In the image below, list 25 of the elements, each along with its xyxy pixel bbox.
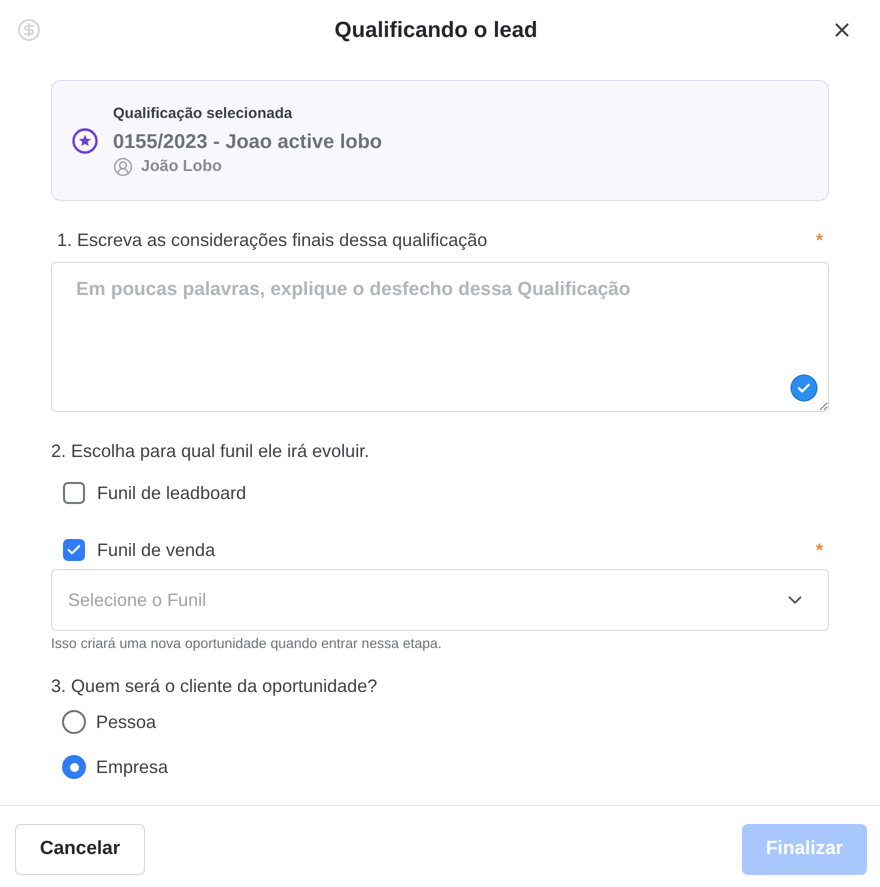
required-asterisk: * [816,229,823,251]
radio-unselected-icon[interactable] [62,710,86,734]
question-label: 3. Quem será o cliente da oportunidade? [51,675,378,697]
question-label: 1. Escreva as considerações finais dessa qualificação [57,229,488,251]
qualification-name: 0155/2023 - Joao active lobo [113,130,382,154]
checkbox-option[interactable]: Funil de venda [63,538,216,562]
checkbox-checked-icon[interactable] [63,539,85,561]
select-placeholder: Selecione o Funil [68,589,206,611]
question-label: 2. Escolha para qual funil ele irá evoluir. [51,440,370,462]
card-label: Qualificação selecionada [113,104,294,124]
required-asterisk: * [816,539,823,561]
dialog-title: Qualificando o lead [334,16,538,44]
checkbox-unchecked-icon[interactable] [63,482,85,504]
owner-name: João Lobo [141,157,222,177]
considerations-textarea[interactable]: Em poucas palavras, explique o desfecho dessa Qualificação [51,262,829,412]
cancel-button[interactable]: Cancelar [15,824,145,875]
user-icon [113,157,133,177]
radio-option[interactable]: Empresa [51,755,168,779]
star-badge-icon [72,128,98,154]
radio-selected-icon[interactable] [62,755,86,779]
radio-option[interactable]: Pessoa [51,710,156,734]
hint-text: Isso criará uma nova oportunidade quando entrar nessa etapa. [51,634,443,652]
dollar-coin-icon [17,18,41,42]
checkbox-option[interactable]: Funil de leadboard [63,481,246,505]
checkmark-badge-icon[interactable] [790,374,818,402]
